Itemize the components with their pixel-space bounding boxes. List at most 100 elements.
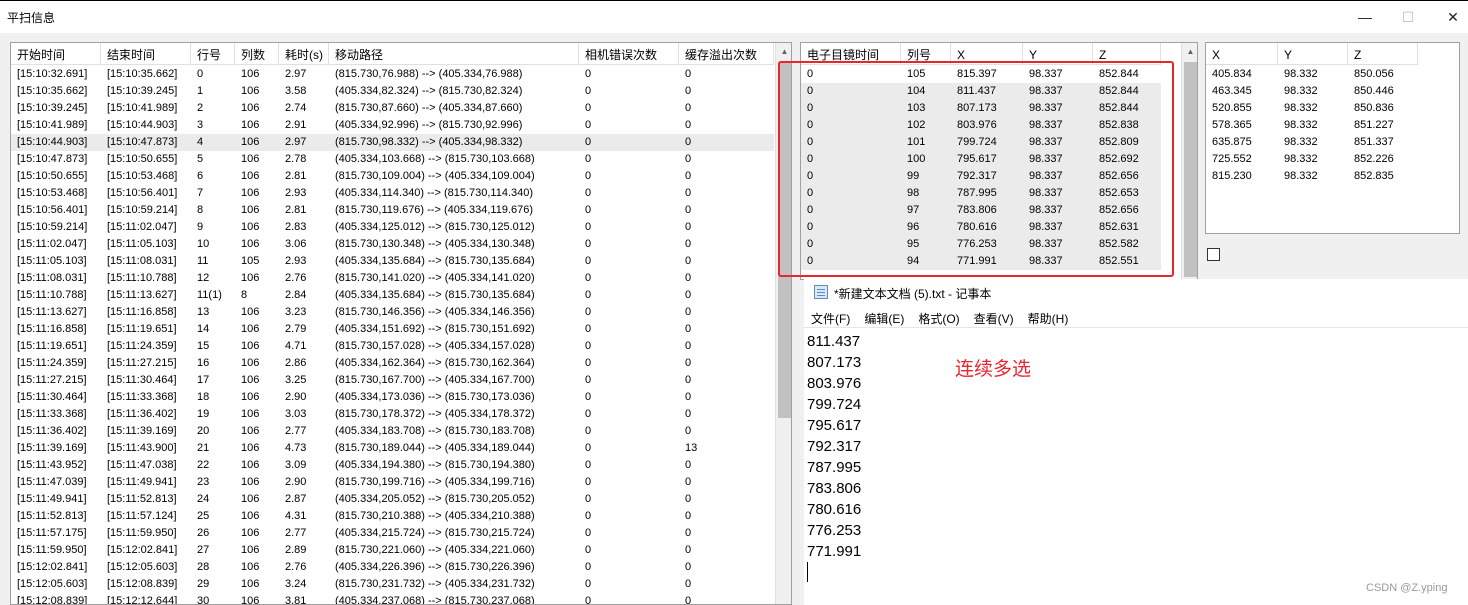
minimize-button[interactable]: —	[1350, 6, 1380, 28]
table-row[interactable]: [15:11:39.169] [15:11:43.900] 21 106 4.73 (81…	[11, 440, 774, 457]
column-header[interactable]: 移动路径	[329, 43, 579, 65]
table-row[interactable]: 520.855 98.332 850.836	[1206, 100, 1418, 117]
table-row[interactable]: [15:11:19.651] [15:11:24.359] 15 106 4.71 (81…	[11, 338, 774, 355]
column-header[interactable]: Y	[1023, 43, 1093, 65]
table-row[interactable]: [15:11:10.788] [15:11:13.627] 11(1) 8 2.84 (4…	[11, 287, 774, 304]
scroll-up-icon[interactable]: ▲	[776, 43, 791, 60]
table-row[interactable]: [15:10:39.245] [15:10:41.989] 2 106 2.74 (815…	[11, 100, 774, 117]
table-row[interactable]: [15:11:36.402] [15:11:39.169] 20 106 2.77 (40…	[11, 423, 774, 440]
column-header[interactable]: Z	[1348, 43, 1418, 65]
table-row[interactable]: [15:12:02.841] [15:12:05.603] 28 106 2.76 (40…	[11, 559, 774, 576]
column-header[interactable]: Y	[1278, 43, 1348, 65]
table-cell: 4	[197, 136, 204, 148]
scroll-up-icon[interactable]: ▲	[1182, 43, 1197, 60]
table-row[interactable]: 405.834 98.332 850.056	[1206, 66, 1418, 83]
table-cell: 106	[241, 442, 260, 454]
table-row[interactable]: [15:10:59.214] [15:11:02.047] 9 106 2.83 (405…	[11, 219, 774, 236]
table-row[interactable]: 0 99 792.317 98.337 852.656	[801, 168, 1161, 185]
table-row[interactable]: 578.365 98.332 851.227	[1206, 117, 1418, 134]
table-cell: 852.844	[1099, 85, 1139, 97]
table-row[interactable]: 0 98 787.995 98.337 852.653	[801, 185, 1161, 202]
table-row[interactable]: [15:11:49.941] [15:11:52.813] 24 106 2.87 (40…	[11, 491, 774, 508]
table-row[interactable]: 0 103 807.173 98.337 852.844	[801, 100, 1161, 117]
scan-records-grid[interactable]: 开始时间 结束时间 行号 列数 耗时(s) 移动路径 相机错误次数 缓存溢出次数 [15:10…	[10, 42, 792, 605]
scan-records-scrollbar[interactable]: ▲	[775, 43, 791, 604]
table-cell: 101	[907, 136, 926, 148]
table-row[interactable]: [15:11:16.858] [15:11:19.651] 14 106 2.79 (40…	[11, 321, 774, 338]
column-header[interactable]: Z	[1093, 43, 1161, 65]
scroll-thumb[interactable]	[1184, 62, 1197, 277]
table-row[interactable]: 0 102 803.976 98.337 852.838	[801, 117, 1161, 134]
table-row[interactable]: [15:11:57.175] [15:11:59.950] 26 106 2.77 (40…	[11, 525, 774, 542]
table-row[interactable]: 815.230 98.332 852.835	[1206, 168, 1418, 185]
table-row[interactable]: [15:10:35.662] [15:10:39.245] 1 106 3.58 (405…	[11, 83, 774, 100]
notepad-menu-item[interactable]: 格式(O)	[911, 306, 966, 327]
column-header[interactable]: 电子目镜时间	[801, 43, 901, 65]
table-cell: 0	[685, 68, 692, 80]
column-points-scrollbar[interactable]: ▲	[1181, 43, 1197, 279]
column-header[interactable]: 开始时间	[11, 43, 101, 65]
table-row[interactable]: 0 101 799.724 98.337 852.809	[801, 134, 1161, 151]
table-cell: [15:11:30.464]	[17, 391, 87, 403]
table-row[interactable]: [15:11:27.215] [15:11:30.464] 17 106 3.25 (81…	[11, 372, 774, 389]
table-row[interactable]: 0 100 795.617 98.337 852.692	[801, 151, 1161, 168]
table-row[interactable]: [15:11:05.103] [15:11:08.031] 11 105 2.93 (40…	[11, 253, 774, 270]
notepad-menu-item[interactable]: 文件(F)	[804, 306, 857, 327]
table-row[interactable]: [15:10:53.468] [15:10:56.401] 7 106 2.93 (405…	[11, 185, 774, 202]
table-cell: 0	[685, 289, 692, 301]
maximize-button[interactable]: ☐	[1393, 6, 1423, 28]
column-header[interactable]: 列号	[901, 43, 951, 65]
notepad-menu-item[interactable]: 帮助(H)	[1021, 306, 1076, 327]
table-row[interactable]: [15:11:33.368] [15:11:36.402] 19 106 3.03 (81…	[11, 406, 774, 423]
table-row[interactable]: 0 94 771.991 98.337 852.551	[801, 253, 1161, 270]
column-points-body[interactable]: 0 105 815.397 98.337 852.844 0 104 811.437 98.33…	[801, 66, 1161, 270]
column-header[interactable]: 列数	[235, 43, 279, 65]
table-cell: 0	[585, 408, 592, 420]
table-row[interactable]: 725.552 98.332 852.226	[1206, 151, 1418, 168]
notepad-menu-item[interactable]: 编辑(E)	[857, 306, 911, 327]
column-header[interactable]: X	[951, 43, 1023, 65]
table-row[interactable]: [15:10:47.873] [15:10:50.655] 5 106 2.78 (405…	[11, 151, 774, 168]
table-cell: 0	[685, 476, 692, 488]
table-row[interactable]: 0 104 811.437 98.337 852.844	[801, 83, 1161, 100]
notepad-menu-item[interactable]: 查看(V)	[967, 306, 1021, 327]
column-header[interactable]: 缓存溢出次数	[679, 43, 774, 65]
table-row[interactable]: 463.345 98.332 850.446	[1206, 83, 1418, 100]
column-header[interactable]: 相机错误次数	[579, 43, 679, 65]
table-row[interactable]: [15:11:30.464] [15:11:33.368] 18 106 2.90 (40…	[11, 389, 774, 406]
column-header[interactable]: 结束时间	[101, 43, 191, 65]
path-points-grid[interactable]: XYZ 405.834 98.332 850.056 463.345 98.332 850…	[1205, 42, 1460, 234]
table-row[interactable]: [15:10:56.401] [15:10:59.214] 8 106 2.81 (815…	[11, 202, 774, 219]
table-row[interactable]: [15:11:52.813] [15:11:57.124] 25 106 4.31 (81…	[11, 508, 774, 525]
table-row[interactable]: 0 105 815.397 98.337 852.844	[801, 66, 1161, 83]
path-points-body[interactable]: 405.834 98.332 850.056 463.345 98.332 850.446…	[1206, 66, 1418, 185]
table-row[interactable]: [15:11:13.627] [15:11:16.858] 13 106 3.23 (81…	[11, 304, 774, 321]
table-cell: (405.334,151.692) --> (815.730,151.692)	[335, 323, 535, 335]
table-row[interactable]: 0 97 783.806 98.337 852.656	[801, 202, 1161, 219]
table-row[interactable]: [15:11:08.031] [15:11:10.788] 12 106 2.76 (81…	[11, 270, 774, 287]
column-points-grid[interactable]: 电子目镜时间 列号 X Y Z 0 105 815.397 98.337 852.844 0 104…	[800, 42, 1198, 280]
table-row[interactable]: [15:10:44.903] [15:10:47.873] 4 106 2.97 (815…	[11, 134, 774, 151]
close-button[interactable]: ✕	[1438, 6, 1468, 28]
table-row[interactable]: [15:11:02.047] [15:11:05.103] 10 106 3.06 (81…	[11, 236, 774, 253]
table-row[interactable]: [15:11:43.952] [15:11:47.038] 22 106 3.09 (40…	[11, 457, 774, 474]
column-header[interactable]: X	[1206, 43, 1278, 65]
table-row[interactable]: 635.875 98.332 851.337	[1206, 134, 1418, 151]
table-row[interactable]: [15:10:32.691] [15:10:35.662] 0 106 2.97 (815…	[11, 66, 774, 83]
table-row[interactable]: 0 96 780.616 98.337 852.631	[801, 219, 1161, 236]
notepad-text-area[interactable]: 811.437 807.173 803.976 799.724 795.617 792.3…	[807, 331, 861, 582]
scan-records-body[interactable]: [15:10:32.691] [15:10:35.662] 0 106 2.97 (815…	[11, 66, 774, 604]
column-header[interactable]: 耗时(s)	[279, 43, 329, 65]
table-row[interactable]: 0 95 776.253 98.337 852.582	[801, 236, 1161, 253]
table-row[interactable]: [15:12:08.839] [15:12:12.644] 30 106 3.81 (40…	[11, 593, 774, 604]
table-row[interactable]: [15:11:24.359] [15:11:27.215] 16 106 2.86 (40…	[11, 355, 774, 372]
table-row[interactable]: [15:11:47.039] [15:11:49.941] 23 106 2.90 (81…	[11, 474, 774, 491]
table-row[interactable]: [15:10:41.989] [15:10:44.903] 3 106 2.91 (405…	[11, 117, 774, 134]
column-header[interactable]: 行号	[191, 43, 235, 65]
table-row[interactable]: [15:10:50.655] [15:10:53.468] 6 106 2.81 (815…	[11, 168, 774, 185]
table-cell: (815.730,178.372) --> (405.334,178.372)	[335, 408, 535, 420]
scroll-thumb[interactable]	[778, 62, 791, 418]
option-checkbox[interactable]	[1207, 248, 1220, 261]
table-row[interactable]: [15:11:59.950] [15:12:02.841] 27 106 2.89 (81…	[11, 542, 774, 559]
table-row[interactable]: [15:12:05.603] [15:12:08.839] 29 106 3.24 (81…	[11, 576, 774, 593]
